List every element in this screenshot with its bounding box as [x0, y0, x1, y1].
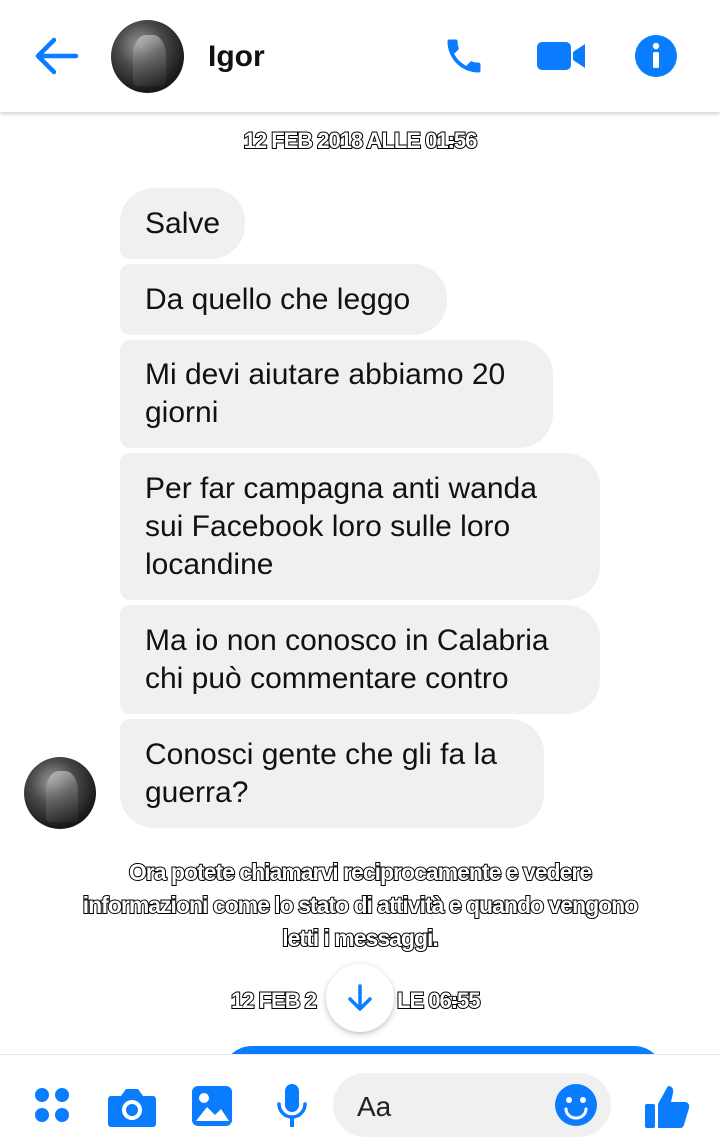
message-bubble[interactable]: Ma io non conosco in Calabria chi può co…	[120, 605, 600, 714]
message-input-placeholder: Aa	[357, 1091, 392, 1122]
contact-avatar[interactable]	[111, 20, 184, 93]
camera-icon[interactable]	[106, 1085, 158, 1129]
message-text: Mi devi aiutare abbiamo 20 giorni	[145, 358, 506, 429]
arrow-down-icon	[348, 984, 372, 1011]
conversation-header: Igor	[0, 0, 720, 112]
scroll-to-bottom-button[interactable]	[326, 964, 394, 1032]
contact-name[interactable]: Igor	[208, 40, 265, 74]
system-notice: Ora potete chiamarvi reciprocamente e ve…	[82, 858, 640, 952]
message-bubble[interactable]: Mi devi aiutare abbiamo 20 giorni	[120, 340, 553, 448]
message-text: Da quello che leggo	[145, 282, 411, 316]
message-text: Salve	[145, 206, 221, 240]
message-bubble[interactable]: Salve	[120, 188, 245, 259]
message-composer: Aa	[0, 1054, 720, 1142]
menu-dots-icon[interactable]	[30, 1083, 74, 1127]
timestamp-left-part: 12 FEB 2	[230, 987, 318, 1014]
message-bubble[interactable]: Da quello che leggo	[120, 264, 447, 335]
timestamp: 12 FEB 2018 ALLE 01:56	[243, 127, 479, 154]
video-camera-icon[interactable]	[534, 34, 588, 78]
back-arrow-icon[interactable]	[30, 32, 82, 80]
message-bubble[interactable]: Conosci gente che gli fa la guerra?	[120, 719, 544, 828]
message-bubble[interactable]: Per far campagna anti wanda sui Facebook…	[120, 453, 600, 600]
timestamp-right-part: LE 06:55	[396, 987, 481, 1014]
phone-icon[interactable]	[440, 32, 488, 80]
message-text: Conosci gente che gli fa la guerra?	[145, 737, 497, 809]
message-text: Ma io non conosco in Calabria chi può co…	[145, 623, 549, 695]
gallery-icon[interactable]	[190, 1083, 234, 1129]
sender-avatar[interactable]	[24, 757, 96, 829]
message-input[interactable]: Aa	[333, 1073, 611, 1137]
message-text: Per far campagna anti wanda sui Facebook…	[145, 471, 537, 581]
microphone-icon[interactable]	[270, 1081, 314, 1131]
info-icon[interactable]	[633, 33, 679, 79]
like-icon[interactable]	[642, 1081, 694, 1133]
emoji-icon[interactable]	[553, 1082, 599, 1128]
